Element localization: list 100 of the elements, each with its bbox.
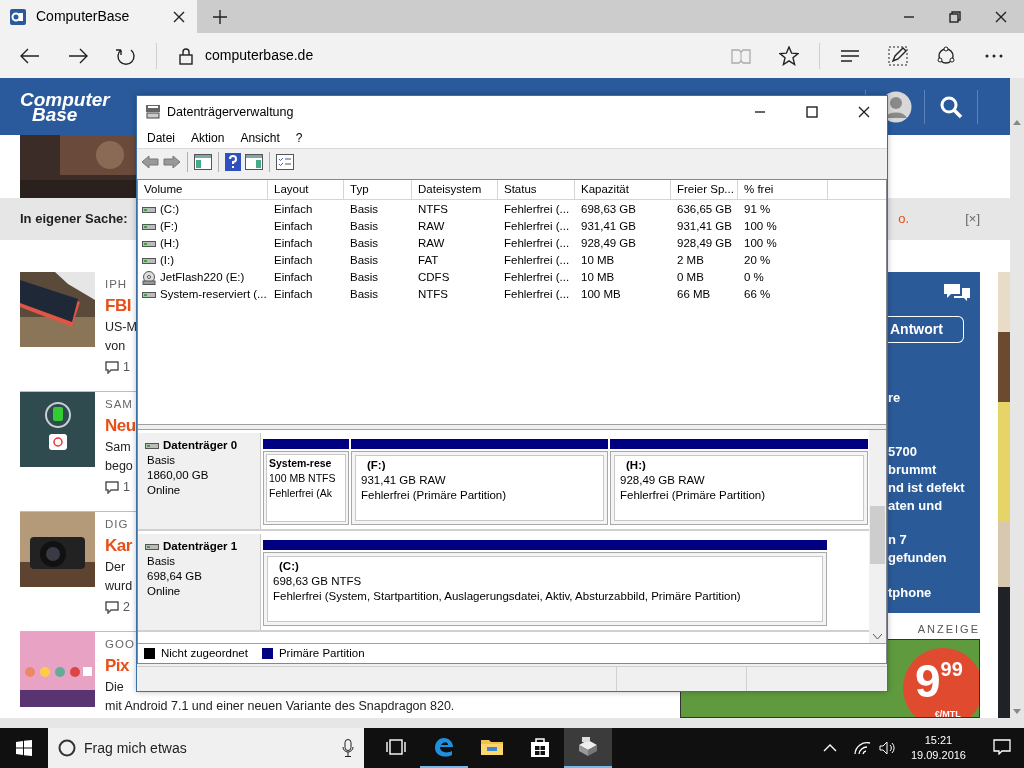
clock-time[interactable]: 15:21 bbox=[910, 733, 966, 748]
forward-arrow-icon bbox=[163, 155, 181, 169]
console-tree-button[interactable] bbox=[194, 154, 212, 170]
clock-date[interactable]: 19.09.2016 bbox=[910, 748, 966, 763]
menu-item[interactable]: Aktion bbox=[183, 129, 233, 147]
comment-count[interactable]: 1 bbox=[123, 358, 130, 377]
horizontal-scrollbar[interactable] bbox=[0, 718, 1010, 728]
table-cell-text: 928,49 GB bbox=[676, 235, 733, 251]
table-cell-text: FAT bbox=[417, 252, 440, 268]
action-pane-button[interactable] bbox=[245, 154, 263, 170]
checklist-icon bbox=[276, 154, 294, 170]
partition-size: 100 MB NTFS bbox=[269, 471, 337, 486]
forum-text: tphone bbox=[888, 584, 933, 602]
table-cell-text: Basis bbox=[349, 201, 380, 217]
article-teaser: Sam bbox=[105, 439, 131, 456]
partition-box[interactable]: (C:) 698,63 GB NTFS Fehlerfrei (System, Startpartition, Auslagerungsdatei, Aktiv, Absturzabbild, Primäre Partition) bbox=[263, 552, 827, 626]
table-cell-text: Basis bbox=[349, 252, 380, 268]
table-cell-text: Fehlerfrei (... bbox=[503, 235, 571, 251]
disk-type: Basis bbox=[147, 554, 177, 569]
menu-item[interactable]: ? bbox=[287, 129, 311, 147]
disk-management-icon bbox=[145, 104, 161, 120]
close-notice-button[interactable]: [×] bbox=[965, 209, 980, 229]
back-button[interactable] bbox=[141, 155, 159, 169]
lock-icon bbox=[179, 46, 193, 65]
panel-icon bbox=[194, 154, 212, 170]
maximize-icon bbox=[806, 106, 818, 118]
forward-button[interactable] bbox=[163, 155, 181, 169]
forum-text: aten und bbox=[888, 497, 944, 515]
menu-item[interactable]: Ansicht bbox=[232, 129, 288, 147]
table-cell-text: 91 % bbox=[743, 201, 772, 217]
drive-icon bbox=[142, 255, 156, 266]
column-header[interactable]: Dateisystem bbox=[412, 180, 498, 200]
scrollbar-thumb[interactable] bbox=[870, 506, 885, 564]
disk-drive-icon bbox=[576, 735, 600, 759]
table-cell-text: (I:) bbox=[160, 252, 175, 268]
search-placeholder: Frag mich etwas bbox=[84, 738, 188, 758]
back-arrow-icon bbox=[20, 47, 40, 64]
partition-box[interactable]: (H:) 928,49 GB RAW Fehlerfrei (Primäre Partition) bbox=[610, 451, 868, 525]
chevron-up-icon[interactable] bbox=[822, 744, 837, 752]
table-cell-text: Einfach bbox=[273, 269, 314, 285]
table-cell-text: Basis bbox=[349, 269, 380, 285]
column-header[interactable]: Layout bbox=[268, 180, 344, 200]
help-button[interactable] bbox=[225, 153, 241, 171]
forum-text: 5700 bbox=[888, 443, 918, 461]
column-header[interactable]: Status bbox=[498, 180, 575, 200]
table-cell-text: Einfach bbox=[273, 218, 314, 234]
comment-count[interactable]: 2 bbox=[123, 598, 130, 617]
search-icon bbox=[939, 94, 963, 119]
partition-box[interactable]: System-rese 100 MB NTFS Fehlerfrei (Ak bbox=[263, 451, 349, 525]
drive-icon bbox=[142, 238, 156, 249]
table-cell-text: 931,41 GB bbox=[676, 218, 733, 234]
wifi-icon[interactable] bbox=[852, 741, 871, 755]
partition-label: (H:) bbox=[625, 458, 647, 473]
table-cell-text: 100 MB bbox=[580, 286, 622, 302]
table-cell-text: 931,41 GB bbox=[580, 218, 637, 234]
table-cell-text: Einfach bbox=[273, 252, 314, 268]
article-teaser: US-M bbox=[105, 319, 137, 336]
table-cell-text: Basis bbox=[349, 235, 380, 251]
comment-count[interactable]: 1 bbox=[123, 478, 130, 497]
column-header[interactable]: Kapazität bbox=[575, 180, 671, 200]
search-field[interactable]: Frag mich etwas bbox=[48, 728, 364, 768]
article-title[interactable]: Pix bbox=[105, 654, 130, 678]
ad-price: 9 bbox=[915, 657, 941, 704]
table-cell-text: 100 % bbox=[743, 235, 778, 251]
properties-button[interactable] bbox=[276, 154, 294, 170]
panel-icon bbox=[245, 154, 263, 170]
partition-label: (F:) bbox=[366, 458, 387, 473]
volume-icon[interactable] bbox=[878, 741, 897, 755]
article-teaser: Der bbox=[105, 559, 126, 576]
column-header[interactable]: % frei bbox=[738, 180, 828, 200]
article-category: SAM bbox=[105, 397, 133, 412]
table-cell-text: System-reserviert (... bbox=[160, 286, 267, 302]
table-cell-text: Fehlerfrei (... bbox=[503, 252, 571, 268]
forum-text: nd ist defekt bbox=[888, 479, 966, 497]
table-cell-text: 928,49 GB bbox=[580, 235, 637, 251]
article-title[interactable]: Kar bbox=[105, 534, 132, 558]
drive-icon bbox=[145, 541, 159, 552]
table-cell-text: 66 % bbox=[743, 286, 772, 302]
table-cell-text: NTFS bbox=[417, 286, 450, 302]
close-icon bbox=[995, 10, 1007, 23]
disk-name: Datenträger 1 bbox=[163, 539, 238, 554]
article-title[interactable]: Neu bbox=[105, 414, 136, 438]
table-cell-text: Einfach bbox=[273, 286, 314, 302]
disk-size: 1860,00 GB bbox=[147, 468, 210, 483]
taskbar-app[interactable] bbox=[564, 728, 612, 768]
table-cell-text: (C:) bbox=[160, 201, 180, 217]
table-cell-text: 0 MB bbox=[676, 269, 705, 285]
article-title[interactable]: FBI bbox=[105, 294, 131, 318]
cortana-icon bbox=[58, 739, 76, 757]
menu-item[interactable]: Datei bbox=[139, 129, 183, 147]
article-category: DIG bbox=[105, 517, 129, 532]
ad-price-cents: 99 bbox=[940, 657, 963, 680]
search-button[interactable] bbox=[939, 94, 963, 119]
column-header[interactable]: Typ bbox=[344, 180, 412, 200]
window-title: Datenträgerverwaltung bbox=[167, 103, 295, 121]
partition-box[interactable]: (F:) 931,41 GB RAW Fehlerfrei (Primäre Partition) bbox=[351, 451, 608, 525]
site-logo-icon bbox=[10, 8, 26, 25]
column-header[interactable]: Freier Sp... bbox=[671, 180, 738, 200]
table-cell-text: JetFlash220 (E:) bbox=[160, 269, 245, 285]
scroll-down-icon bbox=[1013, 709, 1021, 714]
